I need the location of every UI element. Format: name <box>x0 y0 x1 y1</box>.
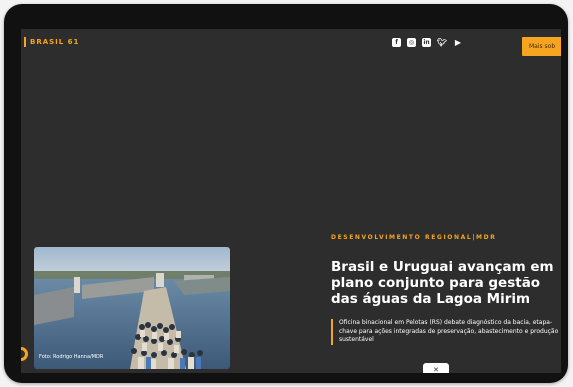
brand-logo[interactable]: BRASIL 61 <box>24 37 79 47</box>
website-screen: BRASIL 61 f ◎ in 🐦︎ ▶ Mais sob Foto: Rod… <box>21 29 561 373</box>
article-summary: Oficina binacional em Pelotas (RS) debat… <box>331 319 561 345</box>
top-bar: BRASIL 61 f ◎ in 🐦︎ ▶ Mais sob <box>21 29 561 57</box>
youtube-icon[interactable]: ▶ <box>453 38 463 47</box>
twitter-icon[interactable]: 🐦︎ <box>437 38 447 47</box>
linkedin-icon[interactable]: in <box>422 38 431 47</box>
article-headline[interactable]: Brasil e Uruguai avançam em plano conjun… <box>331 259 556 307</box>
social-links: f ◎ in 🐦︎ ▶ <box>392 38 463 47</box>
facebook-icon[interactable]: f <box>392 38 401 47</box>
article-category[interactable]: DESENVOLVIMENTO REGIONAL|MDR <box>331 234 496 241</box>
article-photo[interactable] <box>34 247 230 369</box>
camera-icon <box>21 347 28 361</box>
close-icon[interactable]: ✕ <box>423 363 449 373</box>
instagram-icon[interactable]: ◎ <box>407 38 416 47</box>
photo-credit: Foto: Rodrigo Hanna/MDR <box>39 354 104 360</box>
device-frame: BRASIL 61 f ◎ in 🐦︎ ▶ Mais sob Foto: Rod… <box>4 4 568 383</box>
more-button[interactable]: Mais sob <box>522 37 561 56</box>
